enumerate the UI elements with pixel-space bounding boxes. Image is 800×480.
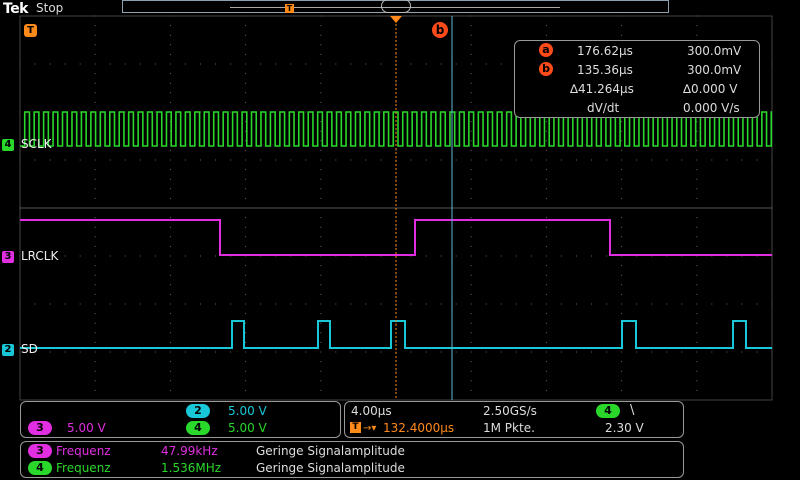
ch2-marker[interactable]: 2 xyxy=(2,344,14,356)
meas1-value: 47.99kHz xyxy=(161,444,218,458)
trigger-source-icon: 4 xyxy=(596,404,620,418)
measurement-panel[interactable]: 3 Frequenz 47.99kHz Geringe Signalamplit… xyxy=(20,441,684,478)
ch3-scale: 5.00 V xyxy=(67,421,106,435)
cursor-a-time: 176.62µs xyxy=(577,44,633,58)
meas2-value: 1.536MHz xyxy=(161,461,222,475)
ch4-marker[interactable]: 4 xyxy=(2,139,14,151)
ch4-scale-icon: 4 xyxy=(186,421,210,435)
cursor-b-time: 135.36µs xyxy=(577,63,633,77)
vertical-scale-panel[interactable]: 2 5.00 V 3 5.00 V 4 5.00 V xyxy=(20,401,341,438)
ch3-label: LRCLK xyxy=(21,249,59,263)
ch4-scale: 5.00 V xyxy=(228,421,267,435)
meas1-label: Frequenz xyxy=(56,444,111,458)
trigger-level-icon[interactable]: T xyxy=(24,24,37,37)
trigger-arrow-icon: →▾ xyxy=(363,423,377,434)
ch3-marker[interactable]: 3 xyxy=(2,251,14,263)
trigger-slope-icon: \ xyxy=(630,403,635,418)
ch2-scale: 5.00 V xyxy=(228,404,267,418)
cursor-b-volt: 300.0mV xyxy=(687,63,742,77)
meas2-note: Geringe Signalamplitude xyxy=(256,461,405,475)
trigger-marker-icon: T xyxy=(350,422,361,433)
delta-time: ∆41.264µs xyxy=(570,82,634,96)
cursor-b-icon[interactable]: b xyxy=(432,22,448,38)
dvdt-label: dV/dt xyxy=(587,101,620,115)
sample-rate: 2.50GS/s xyxy=(483,404,537,418)
ch4-label: SCLK xyxy=(21,137,52,151)
cursor-a-icon: a xyxy=(539,43,553,57)
ch3-scale-icon: 3 xyxy=(28,421,52,435)
ch2-scale-icon: 2 xyxy=(186,404,210,418)
meas2-channel-icon: 4 xyxy=(28,461,52,475)
delta-volt: ∆0.000 V xyxy=(683,82,738,96)
trigger-position-icon[interactable] xyxy=(390,16,402,23)
cursor-readout-panel[interactable]: a 176.62µs 300.0mV b 135.36µs 300.0mV ∆4… xyxy=(514,40,760,118)
cursor-a-volt: 300.0mV xyxy=(687,44,742,58)
trigger-position: 132.4000µs xyxy=(383,421,455,435)
meas2-label: Frequenz xyxy=(56,461,111,475)
dvdt-value: 0.000 V/s xyxy=(683,101,740,115)
meas1-note: Geringe Signalamplitude xyxy=(256,444,405,458)
ch2-label: SD xyxy=(21,342,38,356)
meas1-channel-icon: 3 xyxy=(28,444,52,458)
horizontal-trigger-panel[interactable]: 4.00µs 2.50GS/s 4 \ T →▾ 132.4000µs 1M P… xyxy=(344,401,684,438)
time-per-div: 4.00µs xyxy=(351,404,392,418)
cursor-b-readout-icon: b xyxy=(539,62,553,76)
trigger-level: 2.30 V xyxy=(605,421,644,435)
record-length: 1M Pkte. xyxy=(483,421,535,435)
